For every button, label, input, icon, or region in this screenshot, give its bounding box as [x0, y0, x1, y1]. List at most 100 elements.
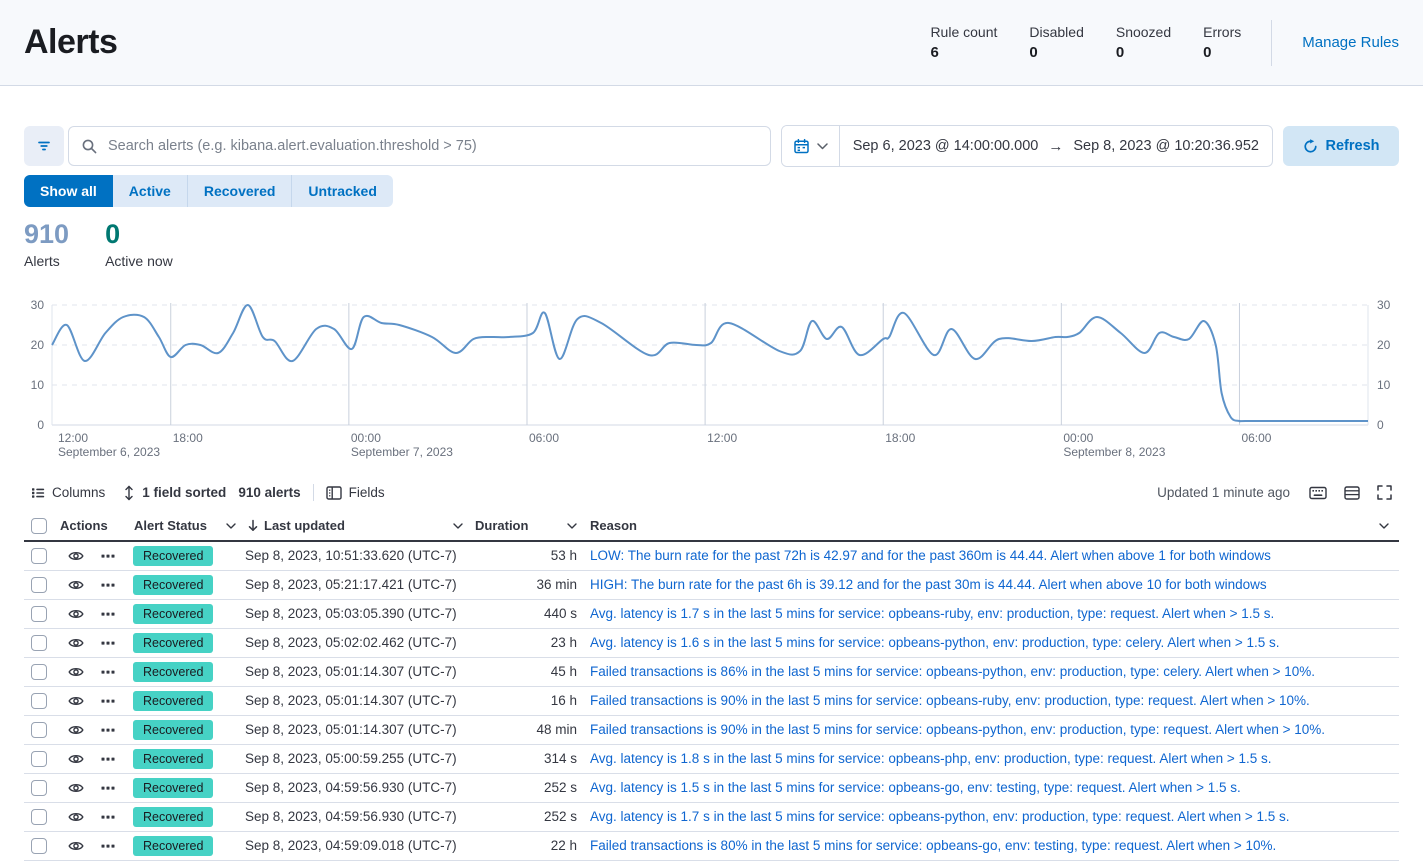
status-filter-untracked[interactable]: Untracked: [292, 175, 392, 207]
reason-link[interactable]: Avg. latency is 1.5 s in the last 5 mins…: [590, 780, 1241, 795]
reason-link[interactable]: Avg. latency is 1.8 s in the last 5 mins…: [590, 751, 1272, 766]
view-alert-button[interactable]: [68, 664, 84, 680]
row-checkbox[interactable]: [31, 722, 47, 738]
col-last-updated[interactable]: Last updated: [240, 518, 465, 533]
search-box: [68, 126, 771, 166]
more-actions-button[interactable]: [100, 838, 116, 854]
more-actions-button[interactable]: [100, 577, 116, 593]
fields-icon: [326, 486, 342, 500]
reason-link[interactable]: Failed transactions is 86% in the last 5…: [590, 664, 1315, 679]
row-checkbox[interactable]: [31, 548, 47, 564]
svg-text:06:00: 06:00: [529, 431, 559, 445]
more-actions-button[interactable]: [100, 722, 116, 738]
summary-item: 0Active now: [105, 220, 173, 269]
view-alert-button[interactable]: [68, 809, 84, 825]
sorted-label: 1 field sorted: [142, 485, 226, 500]
table-body: RecoveredSep 8, 2023, 10:51:33.620 (UTC-…: [24, 542, 1399, 861]
reason-link[interactable]: Failed transactions is 90% in the last 5…: [590, 693, 1310, 708]
view-alert-button[interactable]: [68, 751, 84, 767]
more-actions-button[interactable]: [100, 548, 116, 564]
row-checkbox[interactable]: [31, 751, 47, 767]
date-start[interactable]: Sep 6, 2023 @ 14:00:00.000: [853, 138, 1039, 154]
reason-link[interactable]: Avg. latency is 1.6 s in the last 5 mins…: [590, 635, 1280, 650]
more-actions-icon: [100, 780, 116, 796]
display-density-button[interactable]: [1344, 486, 1360, 500]
table-row: RecoveredSep 8, 2023, 05:01:14.307 (UTC-…: [24, 658, 1399, 687]
row-checkbox[interactable]: [31, 780, 47, 796]
more-actions-button[interactable]: [100, 606, 116, 622]
more-actions-button[interactable]: [100, 809, 116, 825]
refresh-button[interactable]: Refresh: [1283, 126, 1399, 166]
grid-toolbar: Columns 1 field sorted 910 alerts Fields…: [24, 480, 1399, 506]
more-actions-button[interactable]: [100, 693, 116, 709]
fields-button[interactable]: Fields: [326, 485, 385, 500]
more-actions-button[interactable]: [100, 664, 116, 680]
refresh-icon: [1303, 139, 1318, 154]
stat-value: 0: [1029, 44, 1083, 61]
status-filter-show-all[interactable]: Show all: [24, 175, 113, 207]
manage-rules-link[interactable]: Manage Rules: [1302, 34, 1399, 51]
date-end[interactable]: Sep 8, 2023 @ 10:20:36.952: [1073, 138, 1259, 154]
columns-button[interactable]: Columns: [31, 485, 105, 500]
col-alert-status[interactable]: Alert Status: [130, 518, 240, 533]
status-filter-recovered[interactable]: Recovered: [188, 175, 293, 207]
select-all-checkbox[interactable]: [31, 518, 47, 534]
status-badge: Recovered: [133, 546, 213, 566]
view-alert-button[interactable]: [68, 693, 84, 709]
col-duration[interactable]: Duration: [465, 518, 579, 533]
chevron-down-icon[interactable]: [226, 523, 236, 529]
more-actions-icon: [100, 838, 116, 854]
filter-toggle-button[interactable]: [24, 126, 64, 166]
sorted-fields-button[interactable]: 1 field sorted: [123, 485, 226, 501]
chevron-down-icon[interactable]: [1379, 523, 1389, 529]
reason-link[interactable]: Avg. latency is 1.7 s in the last 5 mins…: [590, 606, 1274, 621]
row-checkbox[interactable]: [31, 606, 47, 622]
view-alert-button[interactable]: [68, 780, 84, 796]
row-checkbox[interactable]: [31, 577, 47, 593]
more-actions-button[interactable]: [100, 751, 116, 767]
view-alert-button[interactable]: [68, 838, 84, 854]
view-alert-button[interactable]: [68, 635, 84, 651]
reason-link[interactable]: Failed transactions is 90% in the last 5…: [590, 722, 1325, 737]
keyboard-shortcuts-button[interactable]: [1309, 486, 1327, 500]
view-alert-button[interactable]: [68, 722, 84, 738]
svg-text:00:00: 00:00: [1063, 431, 1093, 445]
row-checkbox[interactable]: [31, 664, 47, 680]
filter-icon: [36, 138, 52, 154]
view-alert-button[interactable]: [68, 577, 84, 593]
more-actions-icon: [100, 548, 116, 564]
table-row: RecoveredSep 8, 2023, 05:21:17.421 (UTC-…: [24, 571, 1399, 600]
stat-label: Snoozed: [1116, 24, 1171, 40]
status-badge: Recovered: [133, 633, 213, 653]
eye-icon: [68, 838, 84, 854]
calendar-menu-button[interactable]: [782, 126, 840, 166]
reason-link[interactable]: HIGH: The burn rate for the past 6h is 3…: [590, 577, 1267, 592]
view-alert-button[interactable]: [68, 548, 84, 564]
view-alert-button[interactable]: [68, 606, 84, 622]
more-actions-icon: [100, 751, 116, 767]
chevron-down-icon[interactable]: [567, 523, 577, 529]
arrow-right-icon: →: [1048, 138, 1063, 155]
status-badge: Recovered: [133, 604, 213, 624]
status-filter-active[interactable]: Active: [113, 175, 188, 207]
columns-icon: [31, 486, 45, 500]
row-checkbox[interactable]: [31, 635, 47, 651]
row-checkbox[interactable]: [31, 693, 47, 709]
row-checkbox[interactable]: [31, 838, 47, 854]
eye-icon: [68, 548, 84, 564]
col-reason[interactable]: Reason: [579, 518, 1399, 533]
reason-link[interactable]: Failed transactions is 80% in the last 5…: [590, 838, 1276, 853]
summary-value: 0: [105, 220, 173, 250]
chevron-down-icon[interactable]: [453, 523, 463, 529]
reason-link[interactable]: Avg. latency is 1.7 s in the last 5 mins…: [590, 809, 1290, 824]
status-filter-group: Show allActiveRecoveredUntracked: [24, 175, 393, 207]
search-input[interactable]: [106, 137, 758, 155]
row-checkbox[interactable]: [31, 809, 47, 825]
reason-link[interactable]: LOW: The burn rate for the past 72h is 4…: [590, 548, 1271, 563]
more-actions-button[interactable]: [100, 780, 116, 796]
more-actions-button[interactable]: [100, 635, 116, 651]
table-row: RecoveredSep 8, 2023, 05:00:59.255 (UTC-…: [24, 745, 1399, 774]
stat-value: 0: [1203, 44, 1241, 61]
svg-text:September 6, 2023: September 6, 2023: [58, 445, 160, 459]
fullscreen-button[interactable]: [1377, 485, 1392, 500]
